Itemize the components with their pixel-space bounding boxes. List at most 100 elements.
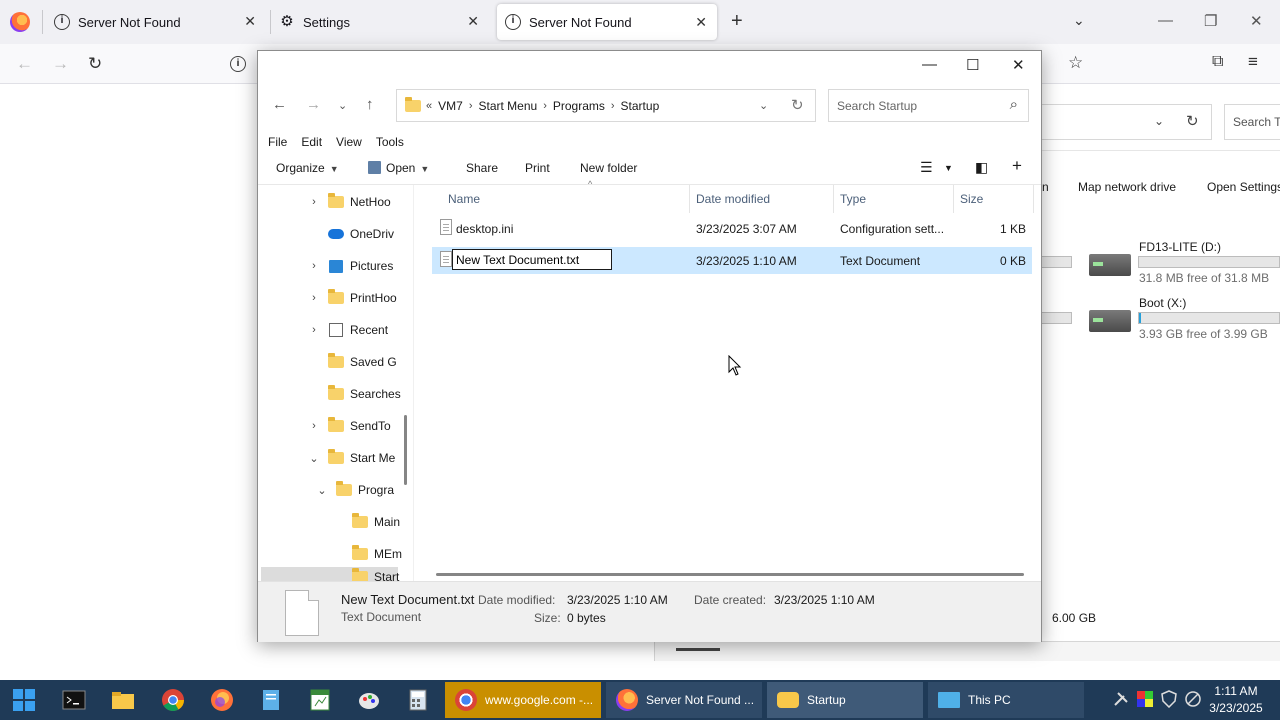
search-input[interactable]: Search Startup ⌕ [828, 89, 1029, 122]
breadcrumb-separator-icon[interactable]: › [469, 100, 473, 112]
open-button[interactable]: Open ▼ [368, 161, 429, 175]
reload-icon[interactable]: ↻ [88, 54, 102, 74]
hamburger-menu-icon[interactable]: ≡ [1248, 52, 1258, 72]
nav-item-searches[interactable]: Searches [306, 379, 401, 409]
firefox-logo-icon[interactable] [10, 12, 30, 32]
bookmark-star-icon[interactable]: ☆ [1068, 53, 1083, 73]
file-name[interactable]: desktop.ini [456, 222, 513, 236]
tab-server-not-found-1[interactable]: i Server Not Found ✕ [54, 0, 266, 44]
file-row[interactable]: desktop.ini 3/23/2025 3:07 AM Configurat… [432, 215, 1032, 242]
system-clock[interactable]: 1:11 AM 3/23/2025 [1196, 683, 1276, 717]
firefox-icon[interactable] [209, 688, 235, 712]
column-header-date[interactable]: Date modified [690, 185, 834, 213]
new-folder-button[interactable]: New folder [580, 161, 637, 175]
nav-item-mem[interactable]: MEm [330, 539, 402, 569]
close-window-icon[interactable]: ✕ [1250, 12, 1263, 30]
share-button[interactable]: Share [466, 161, 498, 175]
nav-item-programs[interactable]: ⌄ Progra [314, 475, 394, 505]
chevron-right-icon[interactable]: › [306, 420, 322, 432]
print-button[interactable]: Print [525, 161, 550, 175]
close-tab-icon[interactable]: ✕ [244, 13, 256, 30]
nav-item-start-menu[interactable]: ⌄ Start Me [306, 443, 395, 473]
chevron-right-icon[interactable]: › [306, 292, 322, 304]
breadcrumb-separator-icon[interactable]: › [611, 100, 615, 112]
drive-name[interactable]: Boot (X:) [1139, 296, 1186, 310]
address-bar[interactable]: « VM7 › Start Menu › Programs › Startup … [396, 89, 816, 122]
close-tab-icon[interactable]: ✕ [467, 13, 479, 30]
add-icon[interactable]: + [1012, 156, 1022, 176]
taskbar-app-this-pc[interactable]: This PC [928, 682, 1084, 718]
pane-splitter[interactable] [413, 185, 414, 581]
nav-item-nethood[interactable]: › NetHoo [306, 187, 391, 217]
breadcrumb-overflow[interactable]: « [426, 100, 432, 112]
nav-item-maintenance[interactable]: Main [330, 507, 400, 537]
taskbar-app-chrome[interactable]: www.google.com -... [445, 682, 601, 718]
recent-locations-chevron-icon[interactable]: ⌄ [338, 99, 347, 112]
column-header-type[interactable]: Type [834, 185, 954, 213]
preview-pane-icon[interactable]: ◧ [975, 159, 988, 176]
breadcrumb-start-menu[interactable]: Start Menu [478, 99, 537, 113]
chevron-right-icon[interactable]: › [306, 260, 322, 272]
menu-tools[interactable]: Tools [376, 135, 404, 149]
explorer-title-bar[interactable]: — ☐ ✕ [258, 51, 1041, 81]
column-header-size[interactable]: Size [954, 185, 1034, 213]
breadcrumb-programs[interactable]: Programs [553, 99, 605, 113]
tools-tray-icon[interactable] [1112, 690, 1130, 708]
windows-start-icon[interactable] [11, 688, 37, 712]
breadcrumb-separator-icon[interactable]: › [543, 100, 547, 112]
notebook-icon[interactable] [258, 688, 284, 712]
maximize-icon[interactable]: ☐ [966, 56, 979, 74]
terminal-icon[interactable] [61, 688, 87, 712]
minimize-icon[interactable]: — [922, 56, 937, 73]
taskbar-app-startup-explorer[interactable]: Startup [767, 682, 923, 718]
menu-view[interactable]: View [336, 135, 362, 149]
chevron-down-icon[interactable]: ⌄ [314, 484, 330, 497]
background-address-bar[interactable]: ⌄ ↻ [1042, 104, 1212, 140]
tab-settings[interactable]: ⚙ Settings ✕ [279, 0, 489, 44]
paint-icon[interactable] [356, 688, 382, 712]
chevron-down-icon[interactable]: ▼ [944, 163, 953, 173]
close-window-icon[interactable]: ✕ [1012, 56, 1025, 74]
partial-command[interactable]: n [1042, 180, 1049, 194]
chevron-down-icon[interactable]: ⌄ [306, 452, 322, 465]
open-settings-button[interactable]: Open Settings [1207, 180, 1280, 194]
chevron-right-icon[interactable]: › [306, 196, 322, 208]
list-all-tabs-chevron-icon[interactable]: ⌄ [1073, 12, 1085, 29]
spreadsheet-icon[interactable] [307, 688, 333, 712]
menu-file[interactable]: File [268, 135, 287, 149]
rename-input[interactable] [452, 249, 612, 270]
nav-item-pictures[interactable]: › Pictures [306, 251, 393, 281]
back-arrow-icon[interactable]: ← [16, 54, 33, 74]
address-dropdown-chevron-icon[interactable]: ⌄ [759, 99, 768, 112]
navigation-scrollbar[interactable] [404, 415, 407, 485]
search-icon[interactable]: ⌕ [1010, 96, 1018, 113]
drive-name[interactable]: FD13-LITE (D:) [1139, 240, 1221, 254]
chrome-icon[interactable] [160, 688, 186, 712]
background-search-box[interactable]: Search Th [1224, 104, 1280, 140]
calculator-icon[interactable] [405, 688, 431, 712]
menu-edit[interactable]: Edit [301, 135, 322, 149]
organize-button[interactable]: Organize ▼ [276, 161, 339, 175]
site-info-icon[interactable]: i [230, 56, 246, 72]
up-arrow-icon[interactable]: ↑ [366, 96, 374, 113]
nav-item-startup[interactable]: Start [330, 568, 399, 581]
view-options-icon[interactable]: ☰ [920, 159, 933, 176]
refresh-icon[interactable]: ↻ [791, 96, 804, 114]
new-tab-plus-icon[interactable]: + [731, 10, 743, 33]
horizontal-scrollbar[interactable] [436, 573, 1024, 576]
restore-icon[interactable]: ❐ [1204, 12, 1217, 30]
extensions-icon[interactable]: ⧉ [1212, 53, 1223, 71]
breadcrumb-vm7[interactable]: VM7 [438, 99, 463, 113]
nav-item-printhood[interactable]: › PrintHoo [306, 283, 397, 313]
column-header-name[interactable]: Name ^ [442, 179, 690, 213]
nav-item-onedrive[interactable]: OneDriv [306, 219, 394, 249]
back-arrow-icon[interactable]: ← [272, 96, 287, 113]
chevron-right-icon[interactable]: › [306, 324, 322, 336]
taskbar-app-firefox[interactable]: Server Not Found ... [606, 682, 762, 718]
nav-item-saved-games[interactable]: Saved G [306, 347, 397, 377]
security-tray-icon[interactable] [1160, 690, 1178, 708]
forward-arrow-icon[interactable]: → [306, 96, 321, 113]
chevron-down-icon[interactable]: ⌄ [1154, 114, 1164, 128]
forward-arrow-icon[interactable]: → [52, 54, 69, 74]
close-tab-icon[interactable]: ✕ [695, 14, 707, 31]
